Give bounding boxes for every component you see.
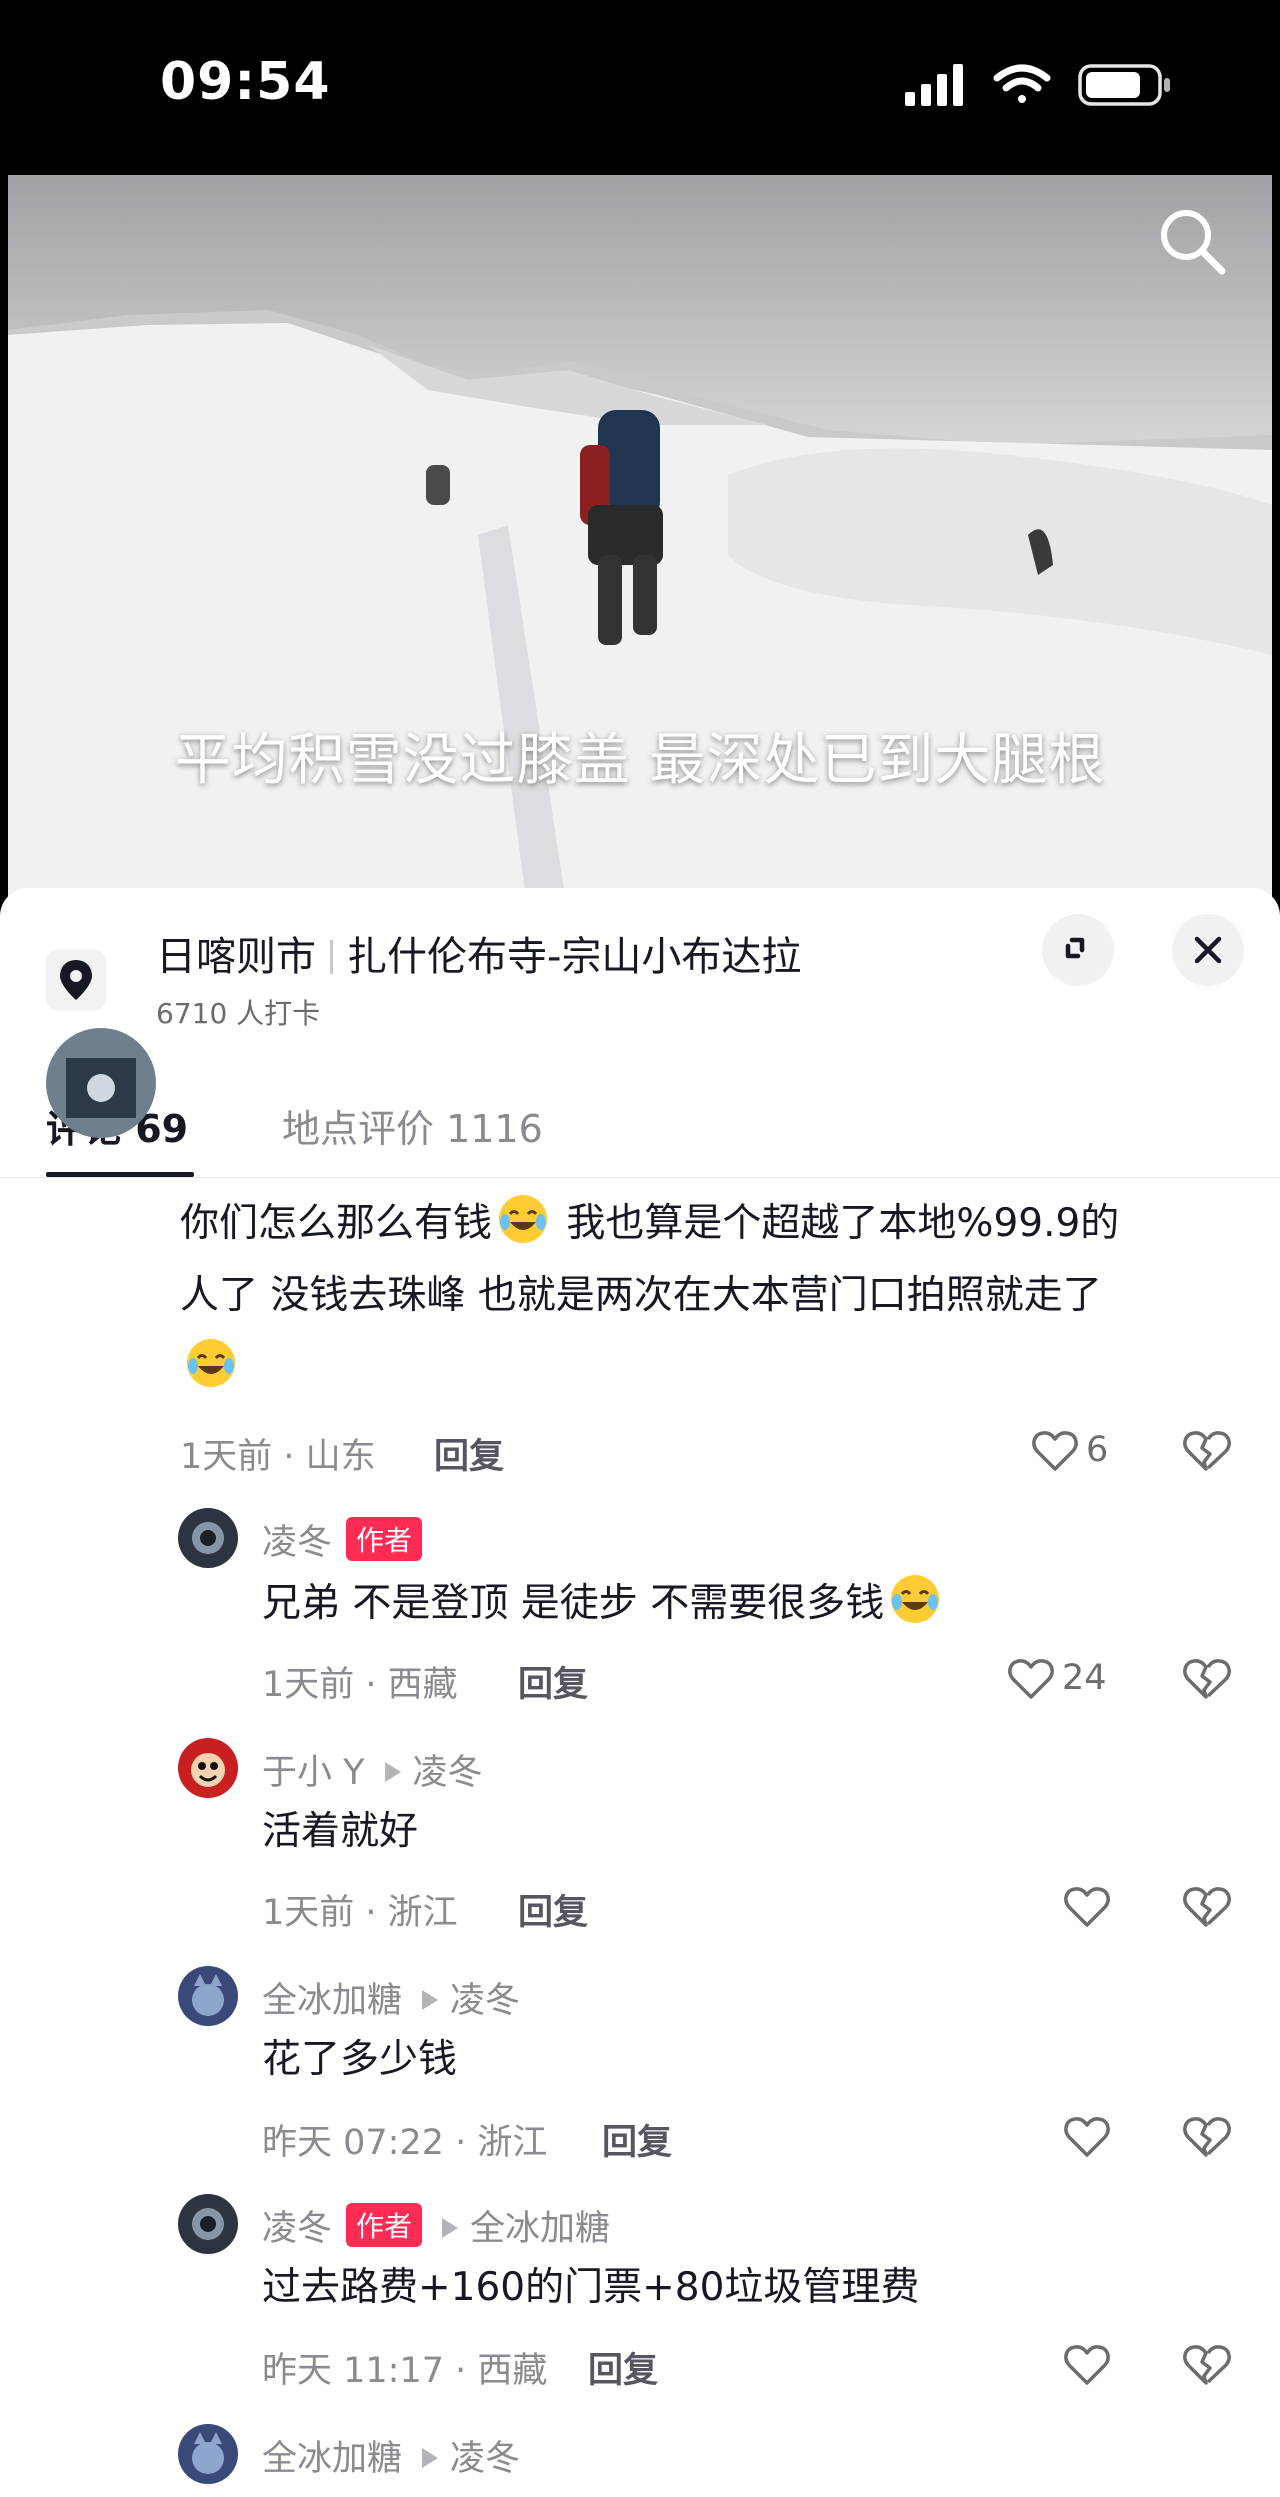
heart-icon — [1008, 1659, 1054, 1699]
username-text: 凌冬 — [262, 1523, 333, 1563]
heart-icon — [1032, 1431, 1078, 1471]
comment-username[interactable]: 凌冬 作者 全冰加糖 — [262, 2200, 610, 2251]
avatar[interactable] — [178, 1966, 238, 2026]
dislike-button[interactable] — [1180, 1654, 1232, 1704]
status-time: 09:54 — [160, 52, 331, 112]
reply-arrow-icon — [422, 1990, 439, 2010]
location-city: 日喀则市 — [156, 934, 316, 980]
comment-text: 活着就好 — [262, 1809, 419, 1854]
comment-text: 过去路费+160的门票+80垃圾管理费 — [262, 2265, 920, 2310]
comment-meta: 1天前 · 浙江 — [262, 1893, 458, 1933]
location-title[interactable]: 日喀则市 扎什伦布寺-宗山小布达拉 — [156, 924, 801, 982]
heart-icon — [1064, 2345, 1110, 2385]
laughing-crying-emoji-icon — [891, 1575, 940, 1623]
heart-icon — [1064, 2117, 1110, 2157]
broken-heart-icon — [1183, 2117, 1231, 2157]
broken-heart-icon — [1183, 1887, 1231, 1927]
comment-meta: 1天前 · 西藏 — [262, 1665, 458, 1705]
reply-to-username: 全冰加糖 — [470, 2209, 611, 2249]
dislike-button[interactable] — [1180, 2340, 1232, 2390]
expand-button[interactable] — [1042, 914, 1114, 986]
status-icons — [905, 60, 1175, 110]
comment-username[interactable]: 于小 Y 凌冬 — [262, 1744, 483, 1795]
avatar[interactable] — [46, 1028, 156, 1138]
comment-username[interactable]: 全冰加糖 凌冬 — [262, 2430, 520, 2481]
like-count: 6 — [1086, 1430, 1109, 1470]
like-button[interactable]: 24 — [1006, 1654, 1136, 1704]
location-pin-icon — [46, 950, 106, 1010]
reply-to-username: 凌冬 — [412, 1753, 483, 1793]
video-caption: 平均积雪没过膝盖 最深处已到大腿根 — [174, 728, 1106, 793]
signal-icon — [905, 64, 963, 106]
comment-text-part: 人了 没钱去珠峰 也就是两次在大本营门口拍照就走了 — [180, 1273, 1102, 1318]
avatar[interactable] — [178, 1508, 238, 1568]
comment-text-part: 兄弟 不是登顶 是徒步 不需要很多钱 — [262, 1581, 885, 1626]
username-text: 全冰加糖 — [262, 2439, 403, 2479]
reply-arrow-icon — [442, 2218, 459, 2238]
reply-to-username: 凌冬 — [450, 1981, 521, 2021]
tab-underline — [46, 1172, 194, 1177]
like-button[interactable] — [1062, 2112, 1112, 2162]
broken-heart-icon — [1183, 2345, 1231, 2385]
broken-heart-icon — [1183, 1659, 1231, 1699]
snow-scene-image — [8, 310, 1272, 915]
comment-text: 你们怎么那么有钱 我也算是个超越了本地%99.9的 人了 没钱去珠峰 也就是两次… — [180, 1188, 1240, 1404]
avatar[interactable] — [178, 2194, 238, 2254]
reply-button[interactable]: 回复 — [518, 1884, 588, 1935]
comment-text-part: 我也算是个超越了本地%99.9的 — [554, 1201, 1120, 1246]
close-button[interactable] — [1172, 914, 1244, 986]
dislike-button[interactable] — [1180, 1882, 1232, 1932]
laughing-crying-emoji-icon — [499, 1195, 548, 1243]
comment-username[interactable]: 凌冬 作者 — [262, 1514, 423, 1565]
laughing-crying-emoji-icon — [187, 1339, 235, 1387]
author-badge: 作者 — [346, 1517, 423, 1561]
video-player[interactable]: 平均积雪没过膝盖 最深处已到大腿根 — [8, 175, 1272, 915]
avatar[interactable] — [178, 2424, 238, 2484]
heart-icon — [1064, 1887, 1110, 1927]
status-bar: 09:54 — [0, 0, 1280, 175]
reply-button[interactable]: 回复 — [602, 2114, 672, 2165]
wifi-icon — [993, 64, 1051, 103]
comment-text: 兄弟 不是登顶 是徒步 不需要很多钱 — [262, 1568, 946, 1640]
expand-icon — [1065, 937, 1085, 959]
like-count: 24 — [1062, 1658, 1107, 1698]
comment-meta: 1天前 · 山东 — [180, 1437, 376, 1477]
reply-button[interactable]: 回复 — [588, 2342, 658, 2393]
reply-arrow-icon — [422, 2448, 439, 2468]
reply-to-username: 凌冬 — [450, 2439, 521, 2479]
like-button[interactable] — [1062, 2340, 1112, 2390]
location-place: 扎什伦布寺-宗山小布达拉 — [347, 934, 802, 980]
reply-button[interactable]: 回复 — [434, 1428, 504, 1479]
title-divider — [330, 940, 333, 974]
battery-icon — [1078, 64, 1170, 106]
tab-reviews[interactable]: 地点评价 1116 — [282, 1098, 543, 1153]
username-text: 全冰加糖 — [262, 1981, 403, 2021]
comments-sheet: 日喀则市扎什伦布寺-宗山小布达拉 6710 人打卡 评论 69 地点评价 111… — [0, 888, 1280, 2497]
broken-heart-icon — [1183, 1431, 1231, 1471]
location-checkins: 6710 人打卡 — [156, 997, 321, 1030]
author-badge: 作者 — [346, 2203, 423, 2247]
avatar[interactable] — [178, 1738, 238, 1798]
comment-text: 花了多少钱 — [262, 2037, 458, 2082]
reply-button[interactable]: 回复 — [518, 1656, 588, 1707]
close-icon — [1194, 936, 1222, 964]
dislike-button[interactable] — [1180, 1426, 1232, 1476]
comment-meta: 昨天 07:22 · 浙江 — [262, 2123, 548, 2163]
comment-text-part: 你们怎么那么有钱 — [180, 1201, 493, 1246]
username-text: 凌冬 — [262, 2209, 333, 2249]
search-icon[interactable] — [1156, 205, 1228, 277]
like-button[interactable] — [1062, 1882, 1112, 1932]
like-button[interactable]: 6 — [1030, 1426, 1140, 1476]
comment-username[interactable]: 全冰加糖 凌冬 — [262, 1972, 520, 2023]
comment-meta: 昨天 11:17 · 西藏 — [262, 2351, 548, 2391]
reply-arrow-icon — [384, 1762, 401, 1782]
username-text: 于小 Y — [262, 1753, 365, 1793]
dislike-button[interactable] — [1180, 2112, 1232, 2162]
tab-bar: 评论 69 地点评价 1116 — [0, 1078, 1280, 1178]
